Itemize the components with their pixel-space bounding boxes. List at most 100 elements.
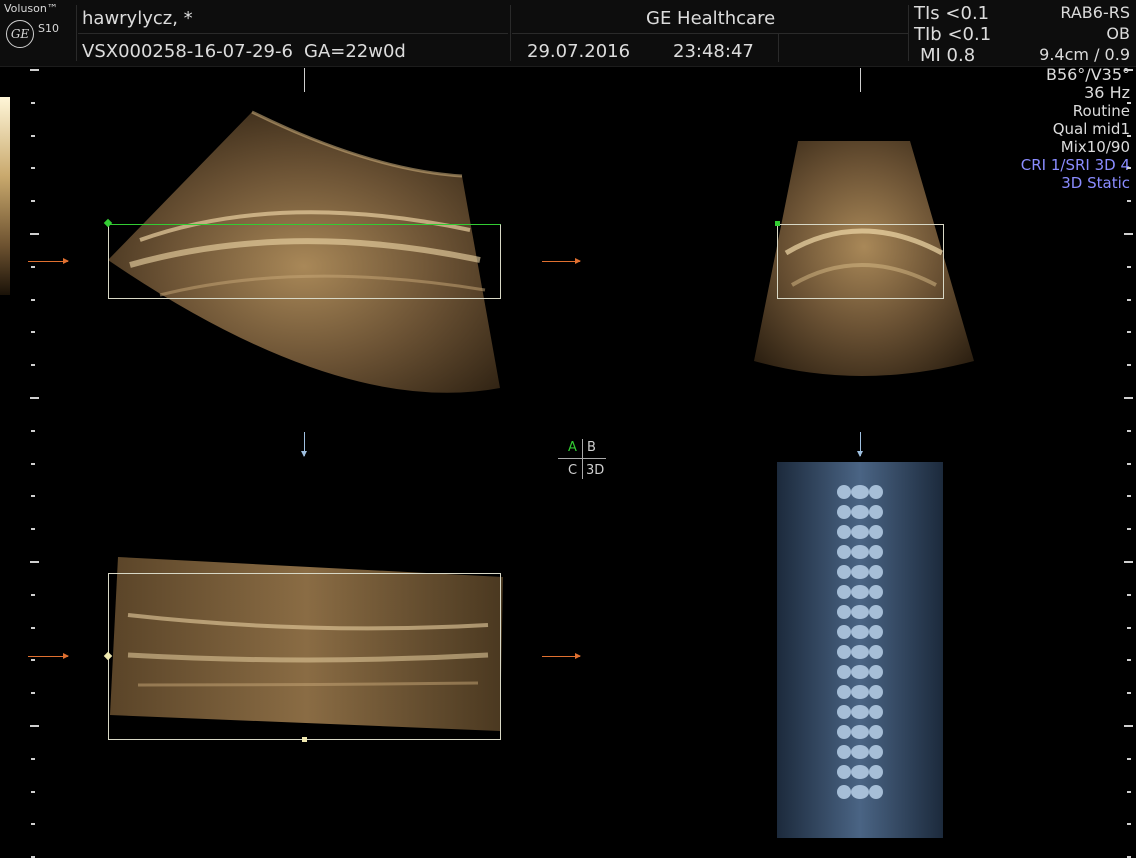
- vertebra-shape: [851, 745, 869, 759]
- divider: [78, 33, 508, 34]
- depth-value: 9.4cm / 0.9: [1039, 45, 1130, 64]
- depth-tick: [31, 593, 35, 596]
- depth-tick: [31, 298, 35, 301]
- vertebra-shape: [869, 645, 883, 659]
- mix-value: Mix10/90: [1060, 138, 1130, 156]
- depth-tick: [31, 528, 35, 531]
- vertebra-shape: [869, 705, 883, 719]
- vertebra-shape: [869, 745, 883, 759]
- vertebra-shape: [837, 485, 851, 499]
- depth-tick: [30, 397, 39, 399]
- depth-tick: [1124, 397, 1133, 399]
- depth-tick: [31, 101, 35, 104]
- vertebra-shape: [851, 645, 869, 659]
- view-3d-label[interactable]: 3D: [586, 463, 604, 478]
- vertebra-shape: [851, 725, 869, 739]
- vertebra-shape: [851, 605, 869, 619]
- right-arrow-icon: [542, 258, 581, 264]
- quality-value: Qual mid1: [1052, 120, 1130, 138]
- vertebra-shape: [869, 685, 883, 699]
- depth-tick: [30, 69, 39, 71]
- ge-logo-icon: GE: [6, 20, 34, 48]
- right-arrow-icon: [542, 653, 581, 659]
- depth-tick: [1127, 101, 1131, 104]
- vertebra-shape: [851, 545, 869, 559]
- cri-value: CRI 1/SRI 3D 4: [1020, 156, 1130, 174]
- roi-box-a[interactable]: [108, 224, 501, 299]
- vertebra-shape: [869, 625, 883, 639]
- gestational-age: GA=22w0d: [304, 41, 406, 62]
- depth-tick: [1127, 200, 1131, 203]
- vertebra-shape: [869, 605, 883, 619]
- divider: [76, 5, 77, 61]
- roi-handle[interactable]: [302, 737, 307, 742]
- view-c-label[interactable]: C: [568, 463, 577, 478]
- vertebra-shape: [837, 705, 851, 719]
- depth-tick: [1127, 659, 1131, 662]
- exam-time: 23:48:47: [673, 41, 754, 62]
- view-a-label[interactable]: A: [568, 440, 577, 455]
- application: OB: [1106, 24, 1130, 43]
- depth-tick: [1127, 528, 1131, 531]
- depth-tick: [30, 725, 39, 727]
- depth-tick: [1127, 823, 1131, 826]
- vertebra-shape: [851, 625, 869, 639]
- depth-tick: [1127, 757, 1131, 760]
- vertebra-shape: [851, 685, 869, 699]
- down-arrow-icon: [857, 432, 863, 457]
- mode-value: Routine: [1072, 102, 1130, 120]
- depth-tick: [30, 233, 39, 235]
- depth-tick: [1127, 265, 1131, 268]
- roi-handle[interactable]: [775, 221, 780, 226]
- vertebra-shape: [851, 705, 869, 719]
- exam-date: 29.07.2016: [527, 41, 631, 62]
- depth-tick: [1127, 331, 1131, 334]
- depth-tick: [31, 134, 35, 137]
- vertebra-shape: [837, 645, 851, 659]
- 3d-volume-render: [777, 462, 943, 838]
- depth-tick: [31, 757, 35, 760]
- scan-line-top: [304, 68, 305, 92]
- depth-tick: [31, 167, 35, 170]
- vertebra-shape: [851, 485, 869, 499]
- vertebra-shape: [851, 525, 869, 539]
- exam-id: VSX000258-16-07-29-6: [82, 41, 293, 62]
- panel-3d-render[interactable]: [777, 462, 943, 838]
- header-bar: Voluson™ GE S10 hawrylycz, * VSX000258-1…: [0, 0, 1136, 67]
- depth-tick: [30, 561, 39, 563]
- depth-tick: [1127, 495, 1131, 498]
- right-arrow-icon: [28, 653, 69, 659]
- tib-value: TIb <0.1: [914, 24, 992, 45]
- depth-tick: [31, 823, 35, 826]
- vertebra-shape: [837, 665, 851, 679]
- patient-name: hawrylycz, *: [82, 8, 193, 29]
- vertebra-shape: [851, 665, 869, 679]
- vertebra-shape: [869, 525, 883, 539]
- view-b-label[interactable]: B: [587, 440, 596, 455]
- vertebra-shape: [869, 665, 883, 679]
- vertebra-shape: [837, 625, 851, 639]
- depth-tick: [31, 626, 35, 629]
- vertebra-shape: [837, 505, 851, 519]
- depth-tick: [31, 462, 35, 465]
- mi-value: MI 0.8: [920, 45, 976, 66]
- tis-value: TIs <0.1: [914, 3, 990, 24]
- depth-tick: [31, 790, 35, 793]
- depth-tick: [1127, 134, 1131, 137]
- depth-tick: [1124, 233, 1133, 235]
- depth-tick: [31, 659, 35, 662]
- depth-tick: [1124, 69, 1133, 71]
- model-name: S10: [38, 22, 59, 35]
- depth-tick: [31, 429, 35, 432]
- vertebra-shape: [851, 785, 869, 799]
- company-name: GE Healthcare: [646, 8, 776, 29]
- roi-box-b[interactable]: [777, 224, 944, 299]
- view-selector[interactable]: A B C 3D: [558, 437, 608, 481]
- grayscale-bar: [0, 97, 10, 295]
- vertebra-shape: [837, 585, 851, 599]
- brand-name: Voluson™: [4, 2, 58, 15]
- roi-box-c[interactable]: [108, 573, 501, 740]
- right-arrow-icon: [28, 258, 69, 264]
- probe-name: RAB6-RS: [1060, 3, 1130, 22]
- down-arrow-icon: [301, 432, 307, 457]
